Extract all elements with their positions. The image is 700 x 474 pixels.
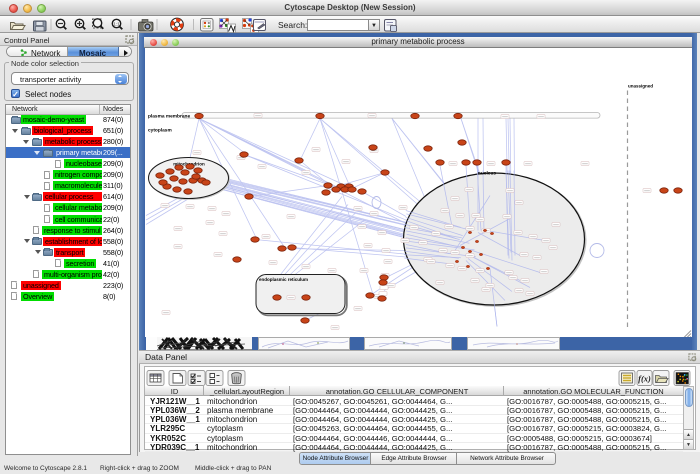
svg-text:f(x): f(x) (638, 374, 651, 384)
svg-text:1:1: 1:1 (113, 22, 120, 27)
svg-text:cytoplasm: cytoplasm (148, 127, 172, 133)
svg-text:plasma membrane: plasma membrane (148, 113, 190, 119)
svg-text:endoplasmic reticulum: endoplasmic reticulum (259, 277, 308, 282)
svg-text:unassigned: unassigned (628, 83, 653, 88)
svg-text:nucleus: nucleus (478, 170, 496, 176)
